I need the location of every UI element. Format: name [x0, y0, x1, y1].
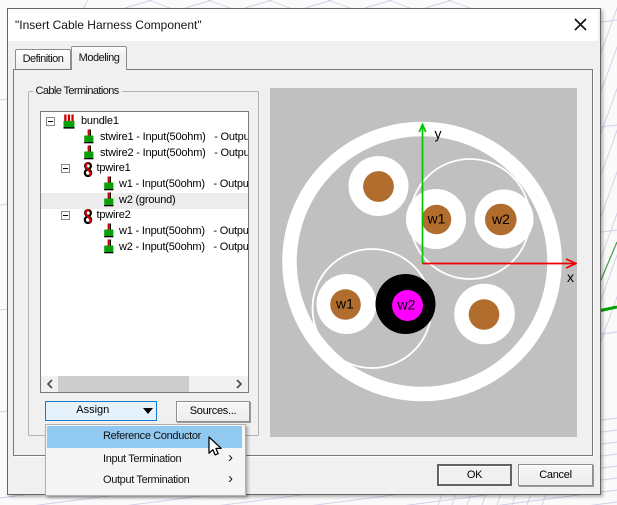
- svg-text:w1: w1: [335, 296, 354, 312]
- svg-text:y: y: [435, 126, 442, 142]
- svg-text:w2: w2: [491, 211, 510, 227]
- svg-text:w2: w2: [397, 297, 416, 313]
- svg-text:x: x: [567, 269, 574, 285]
- svg-text:w1: w1: [427, 211, 446, 227]
